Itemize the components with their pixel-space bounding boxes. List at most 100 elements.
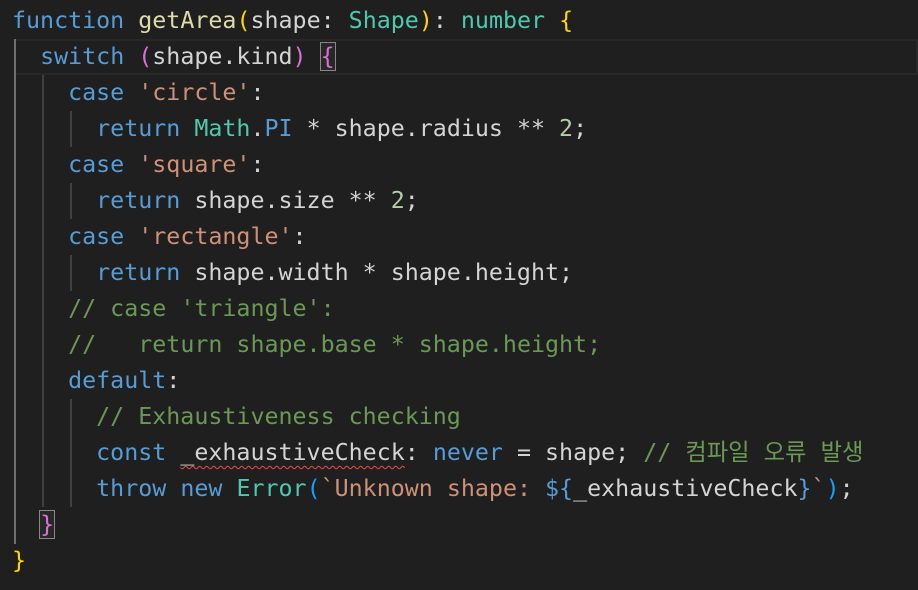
code-line[interactable]: case 'circle': (0, 75, 265, 111)
code-token: 2 (559, 115, 574, 142)
code-token: return (96, 259, 181, 286)
code-token: Math (194, 115, 251, 142)
code-line[interactable]: return Math.PI * shape.radius ** 2; (0, 111, 587, 147)
code-token: shape.kind (152, 43, 293, 70)
code-token: default (68, 367, 167, 394)
code-token: ${ (545, 475, 574, 502)
code-token: throw (96, 475, 167, 502)
code-token: shape.width * shape.height; (180, 259, 574, 286)
code-line[interactable]: // Exhaustiveness checking (0, 399, 461, 435)
code-token: : (250, 151, 265, 178)
code-token: shape (250, 7, 321, 34)
matched-bracket: } (39, 510, 56, 539)
code-token: ) (292, 43, 307, 70)
code-token: return (96, 187, 181, 214)
code-token: new (180, 475, 223, 502)
code-token: : (292, 223, 307, 250)
matched-bracket: { (319, 42, 336, 71)
code-token: . (250, 115, 265, 142)
code-token: ) (825, 475, 840, 502)
code-token: * shape.radius ** (292, 115, 560, 142)
code-token: 'circle' (138, 79, 251, 106)
code-line[interactable]: } (0, 543, 26, 579)
code-token: // return shape.base * shape.height; (68, 331, 602, 358)
code-line[interactable]: switch (shape.kind) { (0, 39, 336, 75)
code-line[interactable]: // case 'triangle': (0, 291, 335, 327)
code-token: : (404, 439, 433, 466)
code-line[interactable]: return shape.width * shape.height; (0, 255, 573, 291)
code-token: : (250, 79, 265, 106)
code-token: never (432, 439, 503, 466)
code-line[interactable]: function getArea(shape: Shape): number { (0, 3, 573, 39)
code-token: case (68, 151, 125, 178)
code-line[interactable]: } (0, 507, 56, 543)
code-token: PI (264, 115, 293, 142)
code-line[interactable]: throw new Error(`Unknown shape: ${_exhau… (0, 471, 854, 507)
code-token: `Unknown shape: (320, 475, 546, 502)
code-token: // Exhaustiveness checking (96, 403, 461, 430)
code-token: // 컴파일 오류 발생 (643, 439, 864, 466)
code-token: shape.size ** (180, 187, 391, 214)
code-token: const (96, 439, 167, 466)
code-token: // case 'triangle': (68, 295, 335, 322)
code-token: } (12, 547, 27, 574)
code-token: ; (404, 187, 419, 214)
code-token: { (559, 7, 574, 34)
code-token: ) (418, 7, 433, 34)
code-token: Error (236, 475, 307, 502)
code-token: : (166, 367, 181, 394)
code-token: 'rectangle' (138, 223, 293, 250)
code-token: = shape; (502, 439, 644, 466)
code-token: ( (236, 7, 251, 34)
code-line[interactable]: default: (0, 363, 180, 399)
code-editor[interactable]: function getArea(shape: Shape): number {… (0, 0, 918, 590)
code-token: : (432, 7, 461, 34)
code-token: case (68, 79, 125, 106)
code-token: function (12, 7, 125, 34)
code-token: switch (40, 43, 125, 70)
code-token: ` (811, 475, 826, 502)
code-line[interactable]: case 'square': (0, 147, 265, 183)
code-token: case (68, 223, 125, 250)
error-squiggle-token: _exhaustiveCheck (180, 439, 405, 466)
code-token: Shape (348, 7, 419, 34)
code-token: ; (839, 475, 854, 502)
code-token: ( (138, 43, 153, 70)
code-token: getArea (138, 7, 237, 34)
code-line[interactable]: const _exhaustiveCheck: never = shape; /… (0, 435, 863, 471)
code-line[interactable]: case 'rectangle': (0, 219, 307, 255)
code-token: : (320, 7, 349, 34)
code-token: 2 (390, 187, 405, 214)
code-token: } (797, 475, 812, 502)
code-token: _exhaustiveCheck (573, 475, 798, 502)
code-line[interactable]: // return shape.base * shape.height; (0, 327, 601, 363)
code-token: ; (573, 115, 588, 142)
code-token: number (460, 7, 546, 34)
code-line[interactable]: return shape.size ** 2; (0, 183, 419, 219)
code-token: ( (306, 475, 321, 502)
